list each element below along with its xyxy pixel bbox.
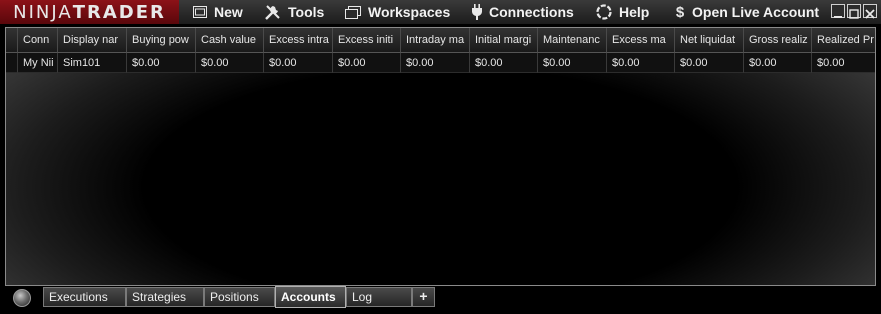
menu-connections[interactable]: Connections [472,0,574,24]
menu-help[interactable]: Help [596,0,649,24]
plug-icon [472,4,482,20]
column-header-cash-value[interactable]: Cash value [196,28,264,53]
column-header-excess-maintenance[interactable]: Excess ma [607,28,675,53]
tab-executions[interactable]: Executions [43,287,126,307]
table-cell: $0.00 [744,53,812,73]
tools-icon [265,5,280,20]
column-header-gross-realized[interactable]: Gross realiz [744,28,812,53]
ninjatrader-logo[interactable]: NINJA TRADER [0,0,179,24]
table-cell: My Nii [18,53,58,73]
column-header-excess-intraday[interactable]: Excess intra [264,28,333,53]
table-cell: $0.00 [607,53,675,73]
menu-open-live-account[interactable]: $ Open Live Account [675,0,819,24]
tab-strategies[interactable]: Strategies [126,287,204,307]
tab-log[interactable]: Log [346,287,412,307]
table-cell: $0.00 [401,53,470,73]
add-tab-button[interactable]: + [412,287,435,307]
table-cell: $0.00 [470,53,538,73]
table-cell: $0.00 [196,53,264,73]
dollar-icon: $ [676,4,685,20]
table-cell: $0.00 [333,53,401,73]
svg-text:$: $ [676,4,685,20]
close-button[interactable] [863,4,877,19]
close-icon [865,9,875,19]
link-button[interactable] [13,289,31,307]
menu-workspaces[interactable]: Workspaces [345,0,450,24]
minimize-icon [834,16,842,18]
minimize-button[interactable] [831,4,845,18]
table-cell: $0.00 [538,53,607,73]
row-header[interactable] [6,53,18,73]
column-header-initial-margin[interactable]: Initial margi [470,28,538,53]
column-header-connection[interactable]: Conn [18,28,58,53]
table-cell: $0.00 [264,53,333,73]
row-header-corner [6,28,18,53]
grid-header-row: Conn Display nar Buying pow Cash value E… [6,28,875,53]
column-header-excess-initial[interactable]: Excess initi [333,28,401,53]
accounts-grid: Conn Display nar Buying pow Cash value E… [5,27,876,286]
help-lifebuoy-icon [596,4,612,20]
table-row[interactable]: My Nii Sim101 $0.00 $0.00 $0.00 $0.00 $0… [6,53,875,78]
tab-accounts[interactable]: Accounts [275,286,346,308]
column-header-maintenance[interactable]: Maintenanc [538,28,607,53]
maximize-icon [849,9,859,19]
menu-bar: NINJA TRADER New Tools Workspaces Connect… [0,0,881,24]
new-window-icon [193,6,207,18]
workspaces-icon [345,5,361,19]
table-cell: Sim101 [58,53,127,73]
column-header-intraday-margin[interactable]: Intraday ma [401,28,470,53]
menu-new[interactable]: New [193,0,243,24]
column-header-buying-power[interactable]: Buying pow [127,28,196,53]
column-header-net-liquidation[interactable]: Net liquidat [675,28,744,53]
table-cell: $0.00 [675,53,744,73]
maximize-button[interactable] [847,4,861,19]
column-header-display-name[interactable]: Display nar [58,28,127,53]
table-cell: $0.00 [127,53,196,73]
column-header-realized-pnl[interactable]: Realized Pr [812,28,875,53]
menu-tools[interactable]: Tools [264,0,324,24]
table-cell: $0.00 [812,53,875,73]
tab-positions[interactable]: Positions [204,287,275,307]
